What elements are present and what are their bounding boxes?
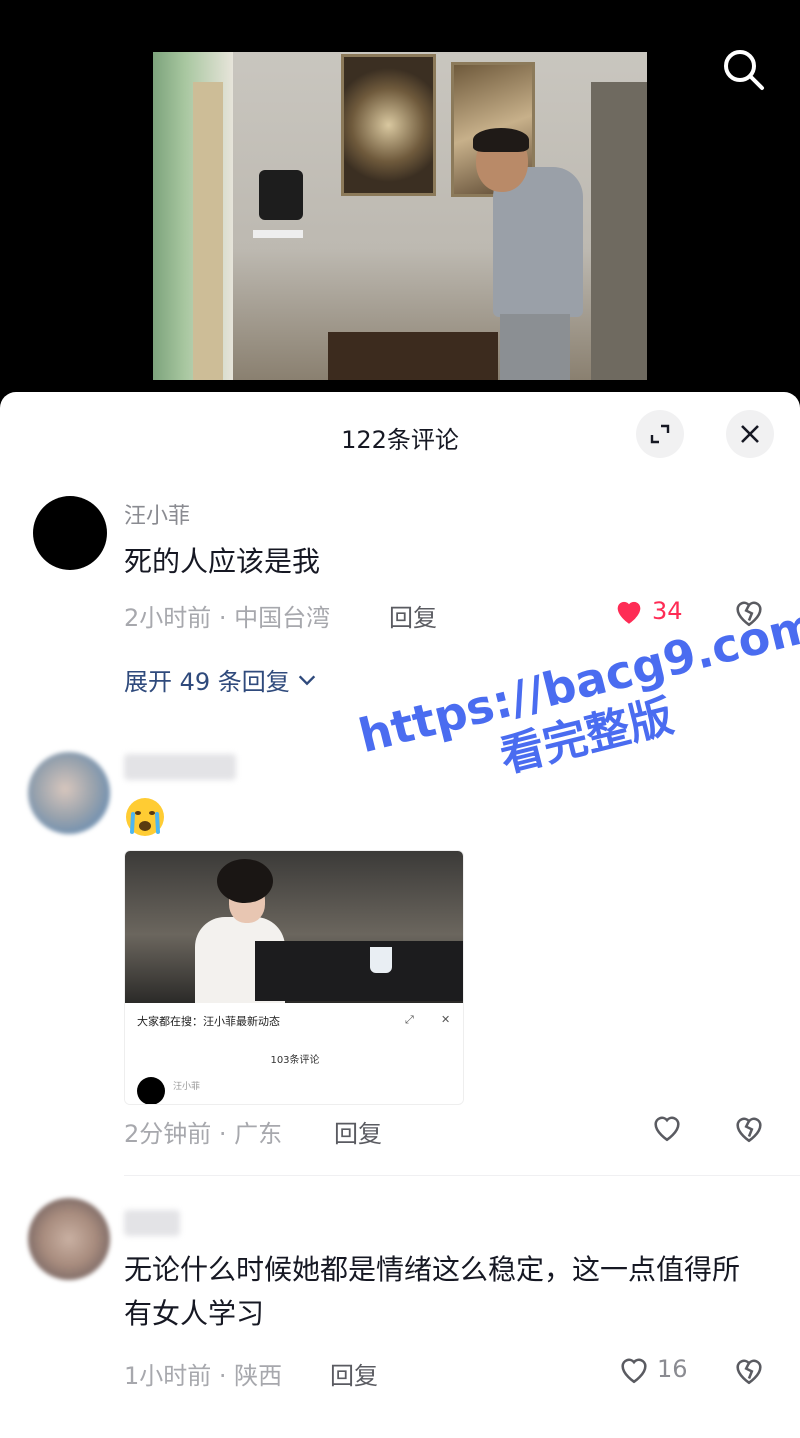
comment-text: 死的人应该是我: [124, 545, 321, 578]
photo-cup: [370, 947, 392, 973]
avatar[interactable]: [33, 496, 107, 570]
comment-meta: 2分钟前 · 广东: [124, 1120, 283, 1148]
comment-text: 无论什么时候她都是情绪这么稳定，这一点值得所有女人学习: [124, 1253, 741, 1330]
dislike-icon[interactable]: [732, 1353, 766, 1387]
comment-image-screenshot: 大家都在搜：汪小菲最新动态 ⤢ ✕ 103条评论 汪小菲: [125, 1003, 463, 1104]
screenshot-comment-count: 103条评论: [270, 1055, 320, 1066]
reply-button[interactable]: 回复: [330, 1356, 378, 1391]
video-camera-object: [259, 170, 303, 220]
photo-person-hair: [217, 859, 273, 903]
screenshot-username: 汪小菲: [173, 1082, 201, 1092]
video-cabinet: [328, 332, 498, 380]
avatar[interactable]: [28, 1198, 110, 1280]
chevron-down-icon: [298, 674, 315, 685]
expand-replies-label: 展开 49 条回复: [124, 668, 290, 696]
comment-username-blurred[interactable]: [124, 1210, 180, 1236]
search-icon: [724, 50, 764, 90]
heart-outline-icon: [654, 1116, 680, 1142]
screenshot-avatar: [137, 1077, 165, 1104]
divider: [124, 1175, 800, 1176]
avatar[interactable]: [28, 752, 110, 834]
close-icon: [741, 425, 759, 443]
like-count: 34: [652, 597, 683, 625]
heart-outline-icon: [621, 1358, 647, 1384]
screenshot-close-icon: ✕: [441, 1013, 451, 1026]
dislike-icon[interactable]: [732, 595, 766, 629]
reply-button[interactable]: 回复: [334, 1114, 382, 1149]
like-count: 16: [657, 1355, 688, 1383]
comment-username[interactable]: 汪小菲: [124, 498, 190, 530]
video-door: [591, 82, 647, 380]
screenshot-search-label: 大家都在搜：汪小菲最新动态: [137, 1015, 280, 1028]
comment-meta: 1小时前 · 陕西: [124, 1362, 283, 1390]
crying-face-emoji: [126, 798, 164, 836]
search-button[interactable]: [718, 44, 768, 94]
video-player[interactable]: [153, 52, 647, 380]
close-button[interactable]: [726, 410, 774, 458]
video-painting: [341, 54, 436, 196]
comment-meta: 2小时前 · 中国台湾: [124, 604, 331, 632]
like-button[interactable]: 34: [612, 594, 683, 628]
comments-sheet: 122条评论 汪小菲 死的人应该是我 2小时前 · 中国台湾 回复 34 展开 …: [0, 392, 800, 1438]
expand-replies-button[interactable]: 展开 49 条回复: [124, 662, 318, 697]
video-area: [0, 0, 800, 400]
video-person-hair: [473, 128, 529, 152]
reply-button[interactable]: 回复: [389, 598, 437, 633]
heart-filled-icon: [617, 601, 641, 624]
like-button[interactable]: [650, 1110, 690, 1144]
expand-icon: [650, 424, 670, 444]
like-button[interactable]: 16: [617, 1352, 688, 1386]
video-curtain: [193, 82, 223, 380]
video-shelf: [253, 230, 303, 238]
expand-button[interactable]: [636, 410, 684, 458]
video-person-legs: [500, 314, 570, 380]
comment-image[interactable]: 大家都在搜：汪小菲最新动态 ⤢ ✕ 103条评论 汪小菲: [124, 850, 464, 1105]
screenshot-expand-icon: ⤢: [405, 1013, 414, 1026]
comment-username-blurred[interactable]: [124, 754, 236, 780]
dislike-icon[interactable]: [732, 1111, 766, 1145]
comment-image-photo: [125, 851, 463, 1003]
photo-table: [255, 941, 463, 1001]
